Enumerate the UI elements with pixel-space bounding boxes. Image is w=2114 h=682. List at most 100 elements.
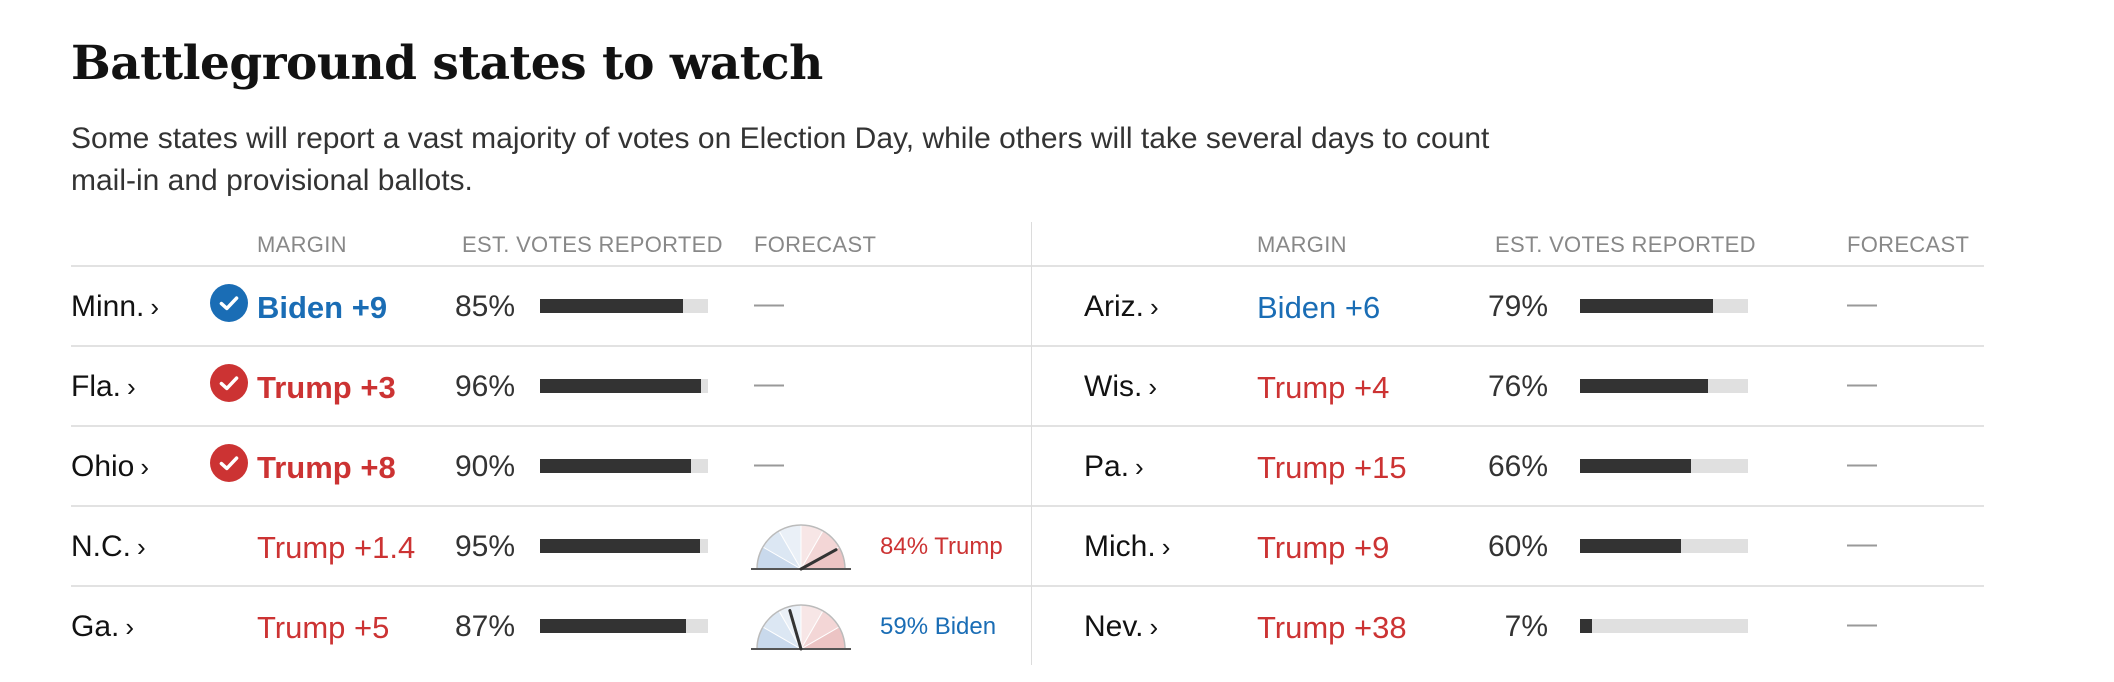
forecast-none: — [1847,367,1877,400]
votes-reported-percent: 66% [1487,450,1548,483]
forecast-none: — [1847,607,1877,640]
state-link[interactable]: Ga. › [71,610,134,644]
votes-reported-percent: 87% [454,610,515,643]
votes-reported-bar-fill [1580,539,1681,553]
margin-value: Trump +1.4 [257,530,416,565]
margin-value: Trump +3 [257,370,396,405]
votes-reported-bar-fill [540,539,700,553]
votes-reported-bar-fill [1580,299,1713,313]
margin-value: Biden +6 [1257,290,1381,325]
table-row: Wis. › Trump +4 76% — [1032,347,1984,427]
table-row: Pa. › Trump +15 66% — [1032,427,1984,507]
header-votes-reported: EST. VOTES REPORTED [462,232,723,257]
chevron-right-icon: › [127,372,136,402]
votes-reported-percent: 60% [1487,530,1548,563]
chevron-right-icon: › [137,532,146,562]
chevron-right-icon: › [1135,452,1144,482]
table-row: Minn. › Biden +9 85% — [71,267,1031,347]
forecast-none: — [754,367,784,400]
state-link[interactable]: Fla. › [71,370,136,404]
forecast-label: 84% Trump [880,533,1003,560]
chevron-right-icon: › [1161,532,1171,562]
state-link[interactable]: Wis. › [1084,370,1157,404]
votes-reported-bar-fill [540,459,692,473]
forecast-none: — [1847,527,1877,560]
votes-reported-bar [1580,539,1748,553]
votes-reported-bar [540,619,708,633]
winner-check-icon [210,364,248,402]
state-link[interactable]: Ariz. › [1084,290,1159,324]
votes-reported-bar-fill [1580,379,1708,393]
state-link[interactable]: Ohio › [71,450,149,484]
votes-reported-bar [540,539,708,553]
table-row: Nev. › Trump +38 7% — [1032,587,1984,665]
votes-reported-percent: 85% [454,290,515,323]
state-name: Pa. [1084,450,1130,483]
forecast-none: — [1847,287,1877,320]
votes-reported-bar [1580,619,1748,633]
page-subtitle: Some states will report a vast majority … [71,122,1490,197]
table-row: Ohio › Trump +8 90% — [71,427,1031,507]
state-link[interactable]: N.C. › [71,530,146,564]
battleground-table-left: MARGIN EST. VOTES REPORTED FORECAST Minn… [71,222,1031,665]
forecast-none: — [754,447,784,480]
chevron-right-icon: › [125,612,135,642]
winner-check-icon [210,444,248,482]
forecast-none: — [1847,447,1877,480]
state-link[interactable]: Pa. › [1084,450,1144,484]
table-header: MARGIN EST. VOTES REPORTED FORECAST [71,222,1031,267]
margin-value: Trump +9 [1257,530,1390,565]
votes-reported-bar-fill [1580,619,1592,633]
state-name: Nev. [1084,610,1144,643]
table-row: Fla. › Trump +3 96% — [71,347,1031,427]
state-name: Ohio [71,450,135,483]
header-votes-reported: EST. VOTES REPORTED [1495,232,1756,257]
state-name: Fla. [71,370,122,403]
table-row: Mich. › Trump +9 60% — [1032,507,1984,587]
chevron-right-icon: › [1150,292,1159,322]
votes-reported-percent: 95% [454,530,515,563]
state-name: Wis. [1084,370,1143,403]
forecast-label: 59% Biden [880,613,997,640]
header-margin: MARGIN [257,232,347,257]
state-name: Mich. [1084,530,1156,563]
forecast-none: — [754,287,784,320]
votes-reported-bar [540,459,708,473]
forecast-gauge [749,517,853,575]
votes-reported-percent: 7% [1504,610,1548,643]
header-forecast: FORECAST [754,232,877,257]
table-row: N.C. › Trump +1.4 95% 84% Trump [71,507,1031,587]
votes-reported-percent: 76% [1487,370,1548,403]
votes-reported-bar [1580,299,1748,313]
header-margin: MARGIN [1257,232,1347,257]
chevron-right-icon: › [1149,612,1159,642]
votes-reported-bar-fill [540,379,702,393]
state-name: N.C. [71,530,131,563]
battleground-table-right: MARGIN EST. VOTES REPORTED FORECAST Ariz… [1031,222,1984,665]
margin-value: Trump +4 [1257,370,1390,405]
votes-reported-bar-fill [1580,459,1691,473]
margin-value: Trump +8 [257,450,396,485]
margin-value: Trump +15 [1257,450,1407,485]
margin-value: Biden +9 [257,290,388,325]
state-link[interactable]: Minn. › [71,290,159,324]
votes-reported-percent: 96% [454,370,515,403]
state-name: Ga. [71,610,120,643]
winner-check-icon [210,284,248,322]
table-row: Ga. › Trump +5 87% 59% Biden [71,587,1031,665]
header-forecast: FORECAST [1847,232,1970,257]
state-link[interactable]: Nev. › [1084,610,1158,644]
state-name: Minn. [71,290,145,323]
forecast-gauge [749,597,853,655]
state-link[interactable]: Mich. › [1084,530,1170,564]
chevron-right-icon: › [150,292,160,322]
chevron-right-icon: › [140,452,150,482]
votes-reported-bar-fill [540,619,687,633]
votes-reported-bar-fill [540,299,683,313]
votes-reported-bar [1580,459,1748,473]
margin-value: Trump +5 [257,610,390,645]
votes-reported-percent: 79% [1487,290,1548,323]
table-header: MARGIN EST. VOTES REPORTED FORECAST [1032,222,1984,267]
votes-reported-bar [1580,379,1748,393]
votes-reported-percent: 90% [454,450,515,483]
